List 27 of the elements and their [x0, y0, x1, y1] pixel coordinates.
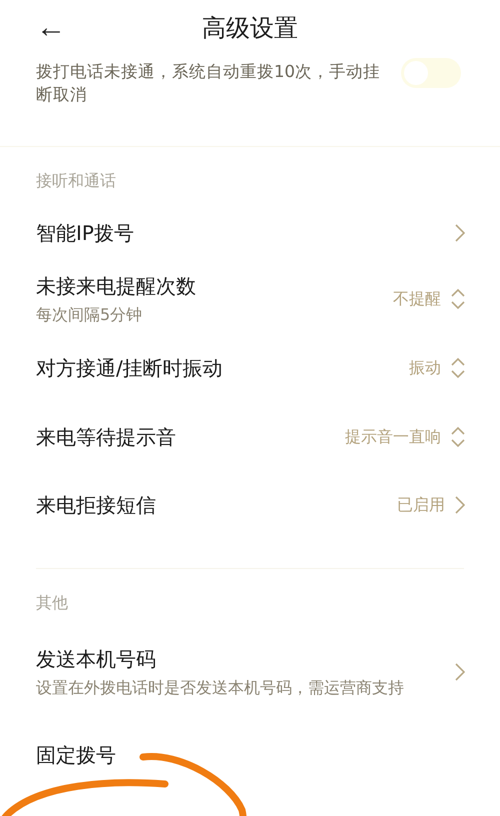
chevron-button[interactable] — [455, 224, 465, 242]
page-title: 高级设置 — [202, 13, 298, 44]
chevron-right-icon — [455, 224, 465, 242]
setting-label: 未接来电提醒次数 — [36, 272, 197, 300]
chevron-button[interactable] — [455, 663, 465, 681]
section-title: 接听和通话 — [35, 170, 117, 192]
setting-value[interactable]: 振动 — [409, 357, 465, 379]
toggle-switch[interactable] — [401, 58, 461, 88]
chevron-right-icon — [455, 496, 465, 514]
up-down-icon — [451, 288, 465, 310]
section-title: 其他 — [35, 592, 69, 614]
setting-description: 设置在外拨电话时是否发送本机号码，需运营商支持 — [36, 676, 405, 698]
setting-value[interactable]: 提示音一直响 — [345, 426, 465, 448]
setting-value[interactable]: 已启用 — [397, 494, 465, 516]
setting-value[interactable]: 不提醒 — [393, 288, 465, 310]
setting-label: 来电拒接短信 — [36, 492, 157, 518]
setting-label: 发送本机号码 — [36, 646, 157, 672]
setting-label: 智能IP拨号 — [36, 220, 135, 246]
setting-description: 拨打电话未接通，系统自动重拨10次，手动挂断取消 — [36, 61, 381, 106]
up-down-icon — [451, 426, 465, 448]
setting-label: 对方接通/挂断时振动 — [36, 354, 224, 382]
back-button[interactable]: ← — [30, 8, 72, 48]
up-down-icon — [451, 357, 465, 379]
setting-label: 固定拨号 — [36, 742, 117, 769]
setting-label: 来电等待提示音 — [36, 424, 177, 450]
setting-description: 每次间隔5分钟 — [36, 304, 144, 326]
chevron-right-icon — [455, 663, 465, 681]
